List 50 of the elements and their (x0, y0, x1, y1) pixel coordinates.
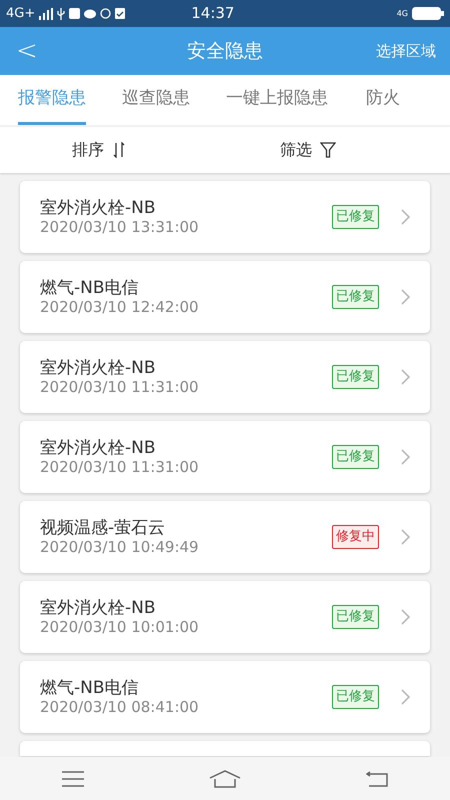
status-tag: 已修复 (332, 445, 379, 469)
battery-icon (412, 7, 444, 20)
status-tag: 已修复 (332, 205, 379, 229)
filter-icon (320, 142, 336, 158)
network-label: 4G+ (6, 4, 36, 23)
item-time: 2020/03/10 11:31:00 (40, 458, 200, 476)
chevron-icon (401, 209, 410, 225)
chevron-icon (401, 529, 410, 545)
list-card[interactable]: 燃气-NB电信 2020/03/10 08:41:00 已修复 (20, 661, 430, 733)
item-name: 室外消火栓-NB (40, 598, 157, 618)
signal-icon (39, 8, 54, 20)
chevron-icon (401, 609, 410, 625)
status-tag: 已修复 (332, 285, 379, 309)
tab[interactable]: 防火 (366, 75, 400, 125)
clock: 14:37 (191, 3, 234, 24)
filter-button[interactable]: 筛选 (274, 137, 342, 163)
item-name: 燃气-NB电信 (40, 278, 140, 298)
clipboard-icon (115, 8, 126, 19)
item-time: 2020/03/10 11:31:00 (40, 378, 200, 396)
item-time: 2020/03/10 12:42:00 (40, 298, 200, 316)
item-time: 2020/03/10 10:49:49 (40, 538, 200, 556)
sort-button[interactable]: 排序 (66, 137, 132, 163)
item-time: 2020/03/10 13:31:00 (40, 218, 200, 236)
item-name: 室外消火栓-NB (40, 198, 157, 218)
status-tag: 修复中 (332, 525, 379, 549)
status-tag: 已修复 (332, 685, 379, 709)
chevron-icon (401, 289, 410, 305)
status-tag: 已修复 (332, 365, 379, 389)
tab[interactable]: 一键上报隐患 (226, 75, 328, 125)
chevron-icon (401, 449, 410, 465)
item-name: 视频温感-萤石云 (40, 518, 166, 538)
status-tag: 已修复 (332, 605, 379, 629)
list-card[interactable]: 室外消火栓-NB 2020/03/10 11:31:00 已修复 (20, 341, 430, 413)
list-card[interactable]: 视频温感-萤石云 2020/03/10 10:49:49 修复中 (20, 501, 430, 573)
item-name: 室外消火栓-NB (40, 438, 157, 458)
page-title: 安全隐患 (187, 38, 263, 64)
item-time: 2020/03/10 08:41:00 (40, 698, 200, 716)
list-card[interactable]: 室外消火栓-NB 2020/03/10 13:31:00 已修复 (20, 181, 430, 253)
chevron-icon (401, 689, 410, 705)
list-card[interactable]: 室外消火栓-NB 2020/03/10 10:01:00 已修复 (20, 581, 430, 653)
item-name: 室外消火栓-NB (40, 358, 157, 378)
list-card[interactable]: 室外消火栓-NB 2020/03/10 11:31:00 已修复 (20, 421, 430, 493)
app-icon (69, 8, 80, 19)
list-card[interactable]: 燃气-NB电信 2020/03/10 12:42:00 已修复 (20, 261, 430, 333)
network-label: 4G (396, 8, 408, 20)
item-time: 2020/03/10 10:01:00 (40, 618, 200, 636)
tab[interactable]: 巡查隐患 (122, 75, 190, 125)
item-name: 燃气-NB电信 (40, 678, 140, 698)
chevron-icon (401, 369, 410, 385)
sort-icon (112, 142, 126, 158)
